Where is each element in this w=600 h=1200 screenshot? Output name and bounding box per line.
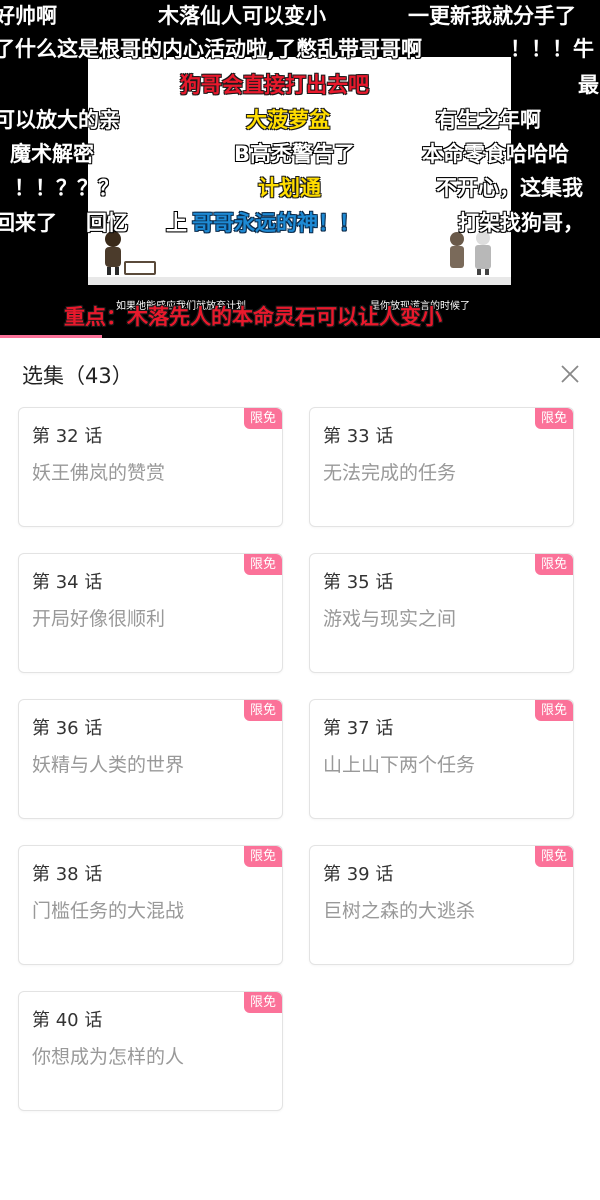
- free-badge: 限免: [534, 700, 573, 721]
- danmaku-comment: 本命零食哈哈哈: [422, 142, 569, 166]
- episode-number: 第 32 话: [32, 426, 103, 447]
- danmaku-comment: 计划通: [258, 176, 321, 200]
- episode-card[interactable]: 第 37 话山上山下两个任务 限免: [309, 699, 574, 819]
- episode-number: 第 35 话: [323, 572, 394, 593]
- episode-number: 第 38 话: [32, 864, 103, 885]
- episode-card[interactable]: 第 39 话巨树之森的大逃杀 限免: [309, 845, 574, 965]
- free-badge: 限免: [243, 554, 282, 575]
- bed-prop: [124, 261, 156, 275]
- close-icon: [561, 365, 579, 383]
- danmaku-comment: B高秃警告了: [234, 142, 356, 166]
- scene-ground: [88, 277, 511, 285]
- danmaku-comment: 好帅啊: [0, 4, 57, 28]
- episode-card[interactable]: 第 35 话游戏与现实之间 限免: [309, 553, 574, 673]
- danmaku-comment: 木落仙人可以变小: [158, 4, 326, 28]
- character-figures-right: [450, 231, 491, 275]
- episode-title: 游戏与现实之间: [323, 608, 457, 630]
- free-badge: 限免: [243, 846, 282, 867]
- free-badge: 限免: [534, 408, 573, 429]
- episode-number: 第 39 话: [323, 864, 394, 885]
- episode-panel: 选集（43） 第 32 话妖王佛岚的赞赏 限免第 33 话无法完成的任务 限免第 3…: [0, 338, 600, 1200]
- video-player[interactable]: 如果他能感应我们就放弃计划 是你放现谎言的时候了 好帅啊 木落仙人可以变小 一更新我…: [0, 0, 600, 338]
- close-button[interactable]: [556, 360, 584, 388]
- danmaku-comment: 哥哥永远的神！！: [192, 211, 360, 235]
- danmaku-comment: 最: [578, 73, 599, 97]
- episode-title: 门槛任务的大混战: [32, 900, 185, 922]
- free-badge: 限免: [534, 846, 573, 867]
- danmaku-comment: ！！！牛: [510, 37, 594, 61]
- episode-title: 开局好像很顺利: [32, 608, 166, 630]
- episode-title: 巨树之森的大逃杀: [323, 900, 476, 922]
- free-badge: 限免: [534, 554, 573, 575]
- danmaku-comment: ！！？？？: [14, 176, 119, 200]
- episode-number: 第 34 话: [32, 572, 103, 593]
- episode-title: 山上山下两个任务: [323, 754, 476, 776]
- danmaku-comment: 打架找狗哥，: [458, 211, 584, 235]
- episode-card[interactable]: 第 34 话开局好像很顺利 限免: [18, 553, 283, 673]
- free-badge: 限免: [243, 700, 282, 721]
- free-badge: 限免: [243, 992, 282, 1013]
- episode-title: 妖王佛岚的赞赏: [32, 462, 166, 484]
- episode-title: 无法完成的任务: [323, 462, 457, 484]
- danmaku-comment: 不开心，这集我: [436, 176, 583, 200]
- danmaku-comment: 回来了: [0, 211, 57, 235]
- danmaku-comment: 上: [166, 211, 187, 235]
- danmaku-comment: 一更新我就分手了: [408, 4, 576, 28]
- episode-number: 第 33 话: [323, 426, 394, 447]
- episode-card[interactable]: 第 38 话门槛任务的大混战 限免: [18, 845, 283, 965]
- panel-title: 选集（43）: [22, 364, 133, 388]
- danmaku-comment: 大菠萝盆: [246, 108, 330, 132]
- free-badge: 限免: [243, 408, 282, 429]
- danmaku-comment: 狗哥会直接打出去吧: [180, 73, 369, 97]
- danmaku-comment: 魔术解密: [10, 142, 94, 166]
- episode-card[interactable]: 第 36 话妖精与人类的世界 限免: [18, 699, 283, 819]
- danmaku-comment: 了什么这是根哥的内心活动啦,了憋乱带哥哥啊: [0, 37, 422, 61]
- danmaku-comment: 回忆: [86, 211, 128, 235]
- episode-number: 第 37 话: [323, 718, 394, 739]
- episode-number: 第 36 话: [32, 718, 103, 739]
- episode-number: 第 40 话: [32, 1010, 103, 1031]
- episode-title: 妖精与人类的世界: [32, 754, 185, 776]
- danmaku-comment: 重点：木落先人的本命灵石可以让人变小: [64, 305, 442, 329]
- episode-card[interactable]: 第 32 话妖王佛岚的赞赏 限免: [18, 407, 283, 527]
- episode-card[interactable]: 第 33 话无法完成的任务 限免: [309, 407, 574, 527]
- danmaku-comment: 有生之年啊: [436, 108, 541, 132]
- episode-card[interactable]: 第 40 话你想成为怎样的人 限免: [18, 991, 283, 1111]
- danmaku-comment: 可以放大的亲: [0, 108, 120, 132]
- episode-title: 你想成为怎样的人: [32, 1046, 185, 1068]
